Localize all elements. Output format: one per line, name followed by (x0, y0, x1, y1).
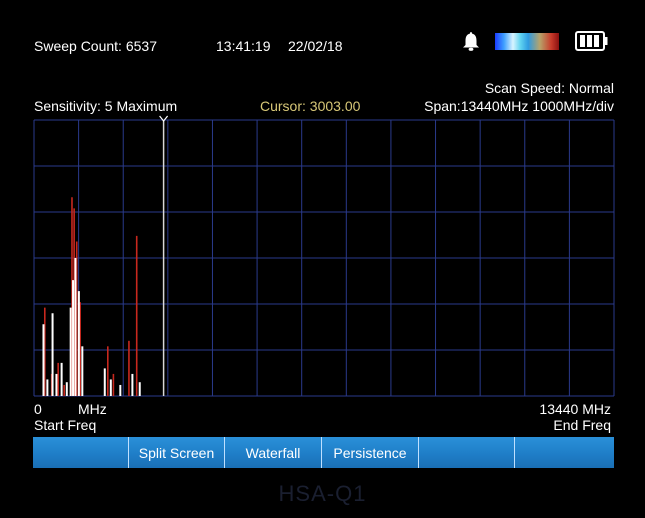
battery-icon (575, 31, 608, 51)
sensitivity-readout: Sensitivity: 5 Maximum (34, 98, 178, 114)
start-frequency-value: 0 (34, 401, 42, 417)
persistence-button[interactable]: Persistence (322, 437, 419, 468)
end-frequency-value: 13440 MHz (539, 401, 611, 417)
color-scale-bar (495, 33, 559, 50)
cursor-readout: Cursor: 3003.00 (260, 98, 361, 114)
spectrum-display[interactable] (33, 115, 615, 399)
softkey-5[interactable] (419, 437, 515, 468)
spectrum-grid (33, 119, 615, 397)
clock-time: 13:41:19 (216, 38, 271, 54)
sweep-count: Sweep Count: 6537 (34, 38, 157, 54)
span-readout: Span:13440MHz 1000MHz/div (424, 98, 614, 114)
scan-speed-readout: Scan Speed: Normal (484, 80, 614, 96)
bell-icon[interactable] (460, 30, 482, 52)
frequency-unit: MHz (78, 401, 107, 417)
waterfall-button[interactable]: Waterfall (225, 437, 322, 468)
softkey-1[interactable] (33, 437, 129, 468)
frequency-cursor (159, 115, 169, 396)
start-freq-label: Start Freq (34, 417, 97, 433)
watermark: HSA-Q1 (278, 481, 367, 506)
softkey-6[interactable] (515, 437, 614, 468)
spectrum-traces (42, 197, 141, 396)
clock-date: 22/02/18 (288, 38, 343, 54)
softkey-bar: Split Screen Waterfall Persistence (33, 437, 614, 468)
split-screen-button[interactable]: Split Screen (129, 437, 225, 468)
end-freq-label: End Freq (553, 417, 611, 433)
